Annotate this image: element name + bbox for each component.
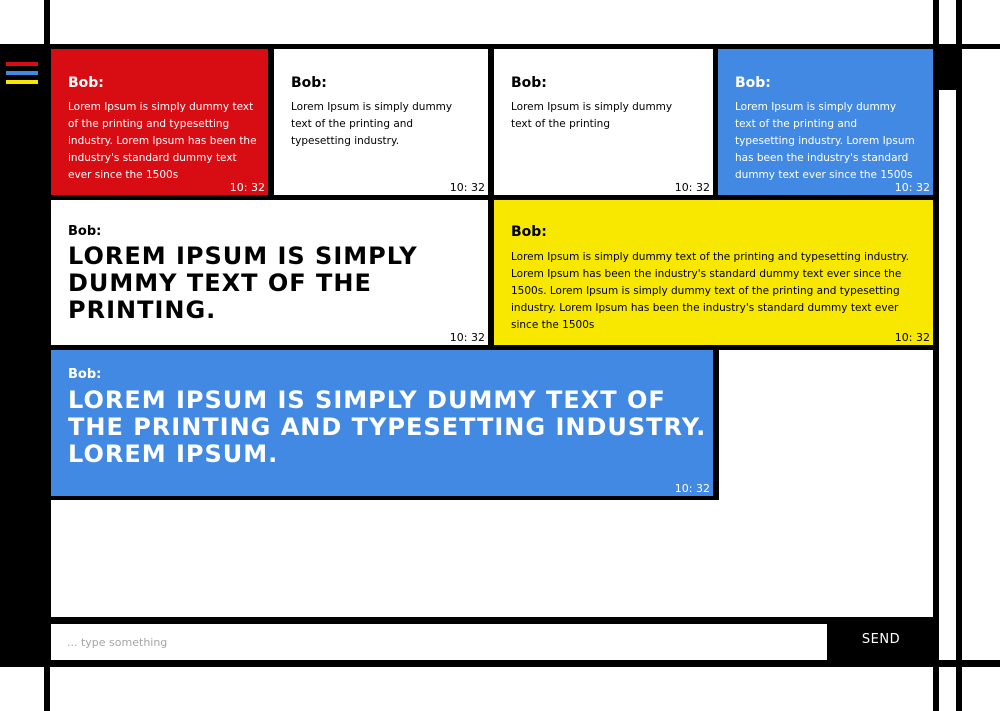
message-sender: Bob: [291,75,327,91]
message-text: Lorem Ipsum is simply dummy text of the … [68,101,257,181]
menu-bar-yellow [6,80,38,84]
menu-bar-blue [6,71,38,75]
hamburger-menu-icon[interactable] [0,56,44,92]
message-time: 10: 32 [674,181,710,194]
frame-divider-row3 [713,350,719,500]
message-time: 10: 32 [229,181,265,194]
frame-line-composer-top [51,617,935,624]
message-time: 10: 32 [894,181,930,194]
message-card: Bob: Lorem Ipsum is simply dummy text of… [494,49,713,195]
message-card: Bob: Lorem Ipsum is simply dummy text of… [51,200,488,345]
message-time: 10: 32 [674,482,710,495]
message-text: Lorem Ipsum is simply dummy text of the … [735,101,915,181]
message-card: Bob: Lorem Ipsum is simply dummy text of… [51,350,713,496]
message-text: Lorem Ipsum is simply dummy text of the … [511,251,909,331]
message-card: Bob: Lorem Ipsum is simply dummy text of… [274,49,488,195]
message-time: 10: 32 [449,181,485,194]
frame-vertical-right-b [956,0,962,711]
message-text: Lorem Ipsum is simply dummy text of the … [511,101,673,130]
frame-vertical-right-a [933,0,939,711]
frame-line-bottom [0,660,1000,667]
message-text: Lorem Ipsum is simply dummy text of the … [68,386,707,468]
send-button[interactable]: SEND [827,619,935,660]
frame-vertical-left [44,0,50,711]
message-card: Bob: Lorem Ipsum is simply dummy text of… [718,49,933,195]
message-sender: Bob: [511,75,547,91]
message-text: Lorem Ipsum is simply dummy text of the … [68,242,418,324]
message-sender: Bob: [68,75,104,91]
message-card: Bob: Lorem Ipsum is simply dummy text of… [494,200,933,345]
message-card: Bob: Lorem Ipsum is simply dummy text of… [51,49,268,195]
frame-line-row3 [51,496,719,500]
frame-right-block [939,49,962,90]
message-time: 10: 32 [449,331,485,344]
message-sender: Bob: [68,224,102,239]
message-sender: Bob: [735,75,771,91]
message-sender: Bob: [511,224,547,240]
message-text: Lorem Ipsum is simply dummy text of the … [291,101,453,147]
message-time: 10: 32 [894,331,930,344]
message-input[interactable] [51,624,827,660]
menu-bar-red [6,62,38,66]
message-sender: Bob: [68,367,102,382]
